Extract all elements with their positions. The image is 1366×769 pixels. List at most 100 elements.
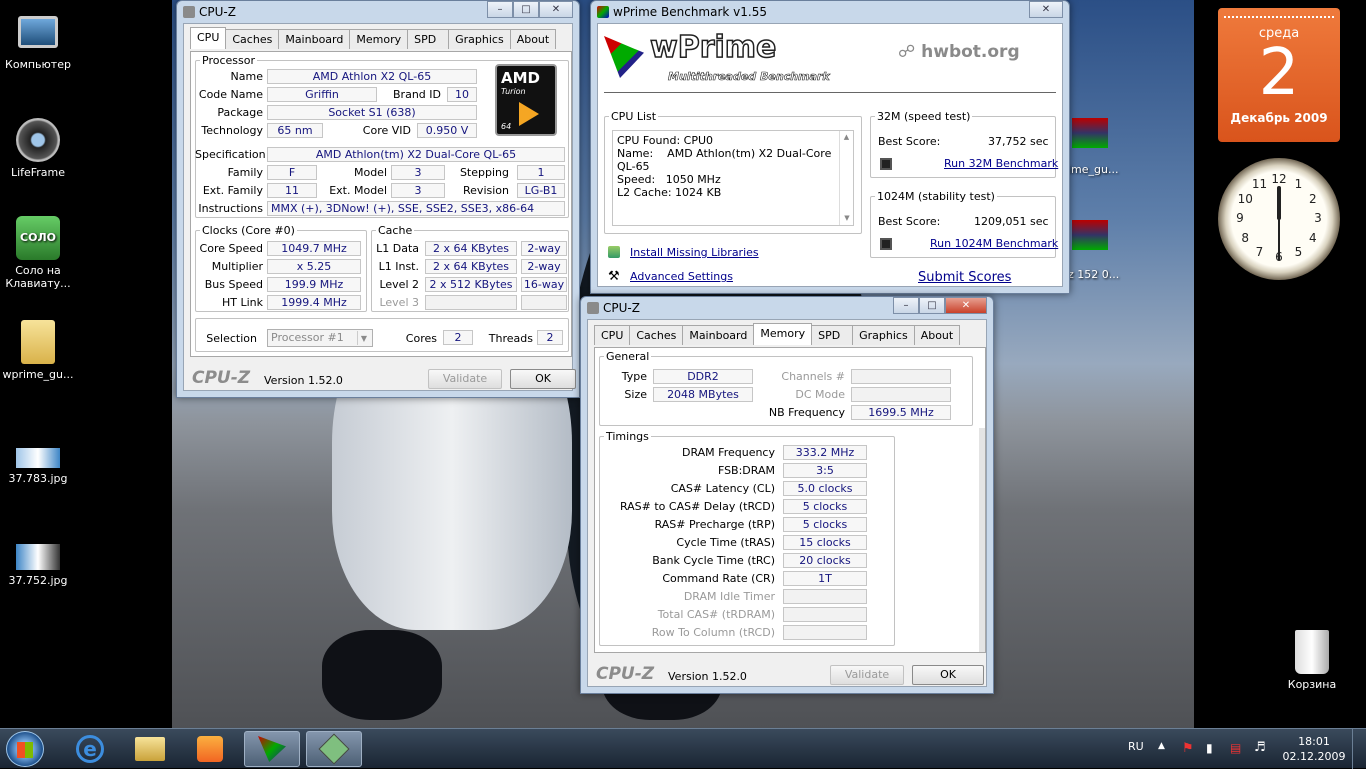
run-32m-benchmark-link[interactable]: Run 32M Benchmark bbox=[944, 157, 1058, 170]
panel-scrollbar[interactable] bbox=[979, 428, 985, 652]
desktop-icon-computer[interactable]: Компьютер bbox=[0, 10, 76, 71]
dcmode-value bbox=[851, 387, 951, 402]
timing-label: Total CAS# (tRDRAM) bbox=[657, 608, 775, 621]
tab-spd[interactable]: SPD bbox=[811, 325, 854, 345]
cores-value: 2 bbox=[443, 330, 473, 345]
taskbar-time: 18:01 bbox=[1298, 735, 1330, 748]
cpuz-window-cpu[interactable]: CPU-Z – □ ✕ CPU Caches Mainboard Memory … bbox=[176, 0, 580, 398]
taskbar-wprime[interactable] bbox=[244, 731, 300, 767]
tab-memory[interactable]: Memory bbox=[753, 323, 813, 345]
winrar-archive-icon[interactable] bbox=[1072, 118, 1108, 148]
minimize-button[interactable]: – bbox=[487, 1, 513, 18]
ok-button[interactable]: OK bbox=[510, 369, 576, 389]
test32-best-value: 37,752 sec bbox=[988, 135, 1049, 148]
desktop-icon-37752[interactable]: 37.752.jpg bbox=[0, 544, 76, 587]
window-titlebar[interactable]: wPrime Benchmark v1.55 ✕ bbox=[591, 1, 1069, 23]
tab-graphics[interactable]: Graphics bbox=[448, 29, 511, 49]
version-label: Version 1.52.0 bbox=[668, 670, 747, 683]
tab-about[interactable]: About bbox=[509, 29, 557, 49]
cpulist-textbox: CPU Found: CPU0 Name: AMD Athlon(tm) X2 … bbox=[612, 130, 854, 226]
cpuz-window-memory[interactable]: CPU-Z – □ ✕ CPU Caches Mainboard Memory … bbox=[580, 296, 994, 694]
close-button[interactable]: ✕ bbox=[539, 1, 573, 18]
show-desktop-button[interactable] bbox=[1352, 729, 1366, 769]
show-hidden-icons-icon[interactable]: ▲ bbox=[1158, 741, 1165, 751]
desktop-icon-recycle-bin[interactable]: Корзина bbox=[1274, 630, 1350, 691]
timing-value: 5 clocks bbox=[783, 517, 867, 532]
scrollbar[interactable]: ▲ ▼ bbox=[839, 131, 853, 225]
window-titlebar[interactable]: CPU-Z – □ ✕ bbox=[581, 297, 993, 319]
taskbar-media-player[interactable] bbox=[182, 731, 238, 767]
clock-area[interactable]: 18:01 02.12.2009 bbox=[1282, 734, 1346, 764]
desktop-icon-lifeframe[interactable]: LifeFrame bbox=[0, 118, 76, 179]
family-value: F bbox=[267, 165, 317, 180]
close-button[interactable]: ✕ bbox=[945, 297, 987, 314]
tab-spd[interactable]: SPD bbox=[407, 29, 450, 49]
taskbar-explorer[interactable] bbox=[122, 731, 178, 767]
close-button[interactable]: ✕ bbox=[1029, 1, 1063, 18]
scroll-down-arrow-icon[interactable]: ▼ bbox=[840, 212, 854, 225]
selection-label: Selection bbox=[206, 332, 257, 345]
volume-icon[interactable]: ♬ bbox=[1254, 740, 1266, 755]
tab-about[interactable]: About bbox=[913, 325, 961, 345]
maximize-button[interactable]: □ bbox=[919, 297, 945, 314]
extmodel-value: 3 bbox=[391, 183, 445, 198]
stepping-label: Stepping bbox=[459, 166, 509, 179]
logo-sub: Turion bbox=[501, 87, 526, 96]
desktop-icon-label: Соло на Клавиату... bbox=[5, 264, 71, 290]
scroll-up-arrow-icon[interactable]: ▲ bbox=[840, 131, 853, 144]
ok-button[interactable]: OK bbox=[912, 665, 984, 685]
clock-numeral: 11 bbox=[1251, 177, 1268, 192]
validate-button[interactable]: Validate bbox=[428, 369, 502, 389]
save-disk-icon[interactable] bbox=[880, 238, 892, 250]
cpulist-line: Speed: 1050 MHz bbox=[617, 173, 721, 186]
start-button[interactable] bbox=[6, 731, 44, 767]
htlink-label: HT Link bbox=[221, 296, 263, 309]
tab-cpu[interactable]: CPU bbox=[190, 27, 227, 49]
language-indicator[interactable]: RU bbox=[1128, 740, 1144, 753]
window-title: CPU-Z bbox=[603, 301, 640, 315]
tab-caches[interactable]: Caches bbox=[629, 325, 684, 345]
desktop-icon-label: 37.752.jpg bbox=[8, 574, 68, 587]
tab-graphics[interactable]: Graphics bbox=[852, 325, 915, 345]
desktop-icon-37783[interactable]: 37.783.jpg bbox=[0, 448, 76, 485]
nbfreq-value: 1699.5 MHz bbox=[851, 405, 951, 420]
tab-mainboard[interactable]: Mainboard bbox=[278, 29, 351, 49]
tab-cpu[interactable]: CPU bbox=[594, 325, 631, 345]
advanced-settings-link[interactable]: Advanced Settings bbox=[630, 270, 733, 283]
tab-memory[interactable]: Memory bbox=[349, 29, 409, 49]
validate-button[interactable]: Validate bbox=[830, 665, 904, 685]
run-1024m-benchmark-link[interactable]: Run 1024M Benchmark bbox=[930, 237, 1058, 250]
power-icon[interactable]: ▮ bbox=[1206, 741, 1213, 755]
cpuz-tabs: CPU Caches Mainboard Memory SPD Graphics… bbox=[594, 323, 961, 345]
calendar-gadget[interactable]: среда 2 Декабрь 2009 bbox=[1218, 8, 1340, 142]
media-player-icon bbox=[197, 736, 223, 762]
taskbar-ie[interactable]: e bbox=[62, 731, 118, 767]
minimize-button[interactable]: – bbox=[893, 297, 919, 314]
general-legend: General bbox=[606, 350, 650, 363]
test32-best-label: Best Score: bbox=[878, 135, 941, 148]
timing-value bbox=[783, 589, 867, 604]
cpuz-chip-icon bbox=[318, 733, 350, 765]
action-center-flag-icon[interactable]: ⚑ bbox=[1182, 741, 1194, 756]
tab-mainboard[interactable]: Mainboard bbox=[682, 325, 755, 345]
save-disk-icon[interactable] bbox=[880, 158, 892, 170]
install-missing-libraries-link[interactable]: Install Missing Libraries bbox=[630, 246, 759, 259]
maximize-button[interactable]: □ bbox=[513, 1, 539, 18]
desktop-icon-label-partial: ime_gu... bbox=[1068, 163, 1119, 176]
window-titlebar[interactable]: CPU-Z – □ ✕ bbox=[177, 1, 579, 23]
timing-value bbox=[783, 625, 867, 640]
taskbar-cpuz[interactable] bbox=[306, 731, 362, 767]
submit-scores-link[interactable]: Submit Scores bbox=[918, 270, 1011, 285]
hwbot-text: hwbot.org bbox=[921, 42, 1020, 62]
model-value: 3 bbox=[391, 165, 445, 180]
image-thumbnail-icon bbox=[16, 448, 60, 468]
wprime-window[interactable]: wPrime Benchmark v1.55 ✕ wPrime Multithr… bbox=[590, 0, 1070, 294]
desktop-icon-wprime-folder[interactable]: wprime_gu... bbox=[0, 320, 76, 381]
clock-gadget[interactable]: 121234567891011 bbox=[1218, 158, 1340, 280]
winrar-archive-icon[interactable] bbox=[1072, 220, 1108, 250]
timing-label: Row To Column (tRCD) bbox=[651, 626, 775, 639]
tab-caches[interactable]: Caches bbox=[225, 29, 280, 49]
selection-dropdown[interactable]: Processor #1 ▼ bbox=[267, 329, 373, 347]
desktop-icon-solo[interactable]: СОЛО Соло на Клавиату... bbox=[0, 216, 76, 290]
network-icon[interactable]: ▤ bbox=[1230, 741, 1241, 755]
